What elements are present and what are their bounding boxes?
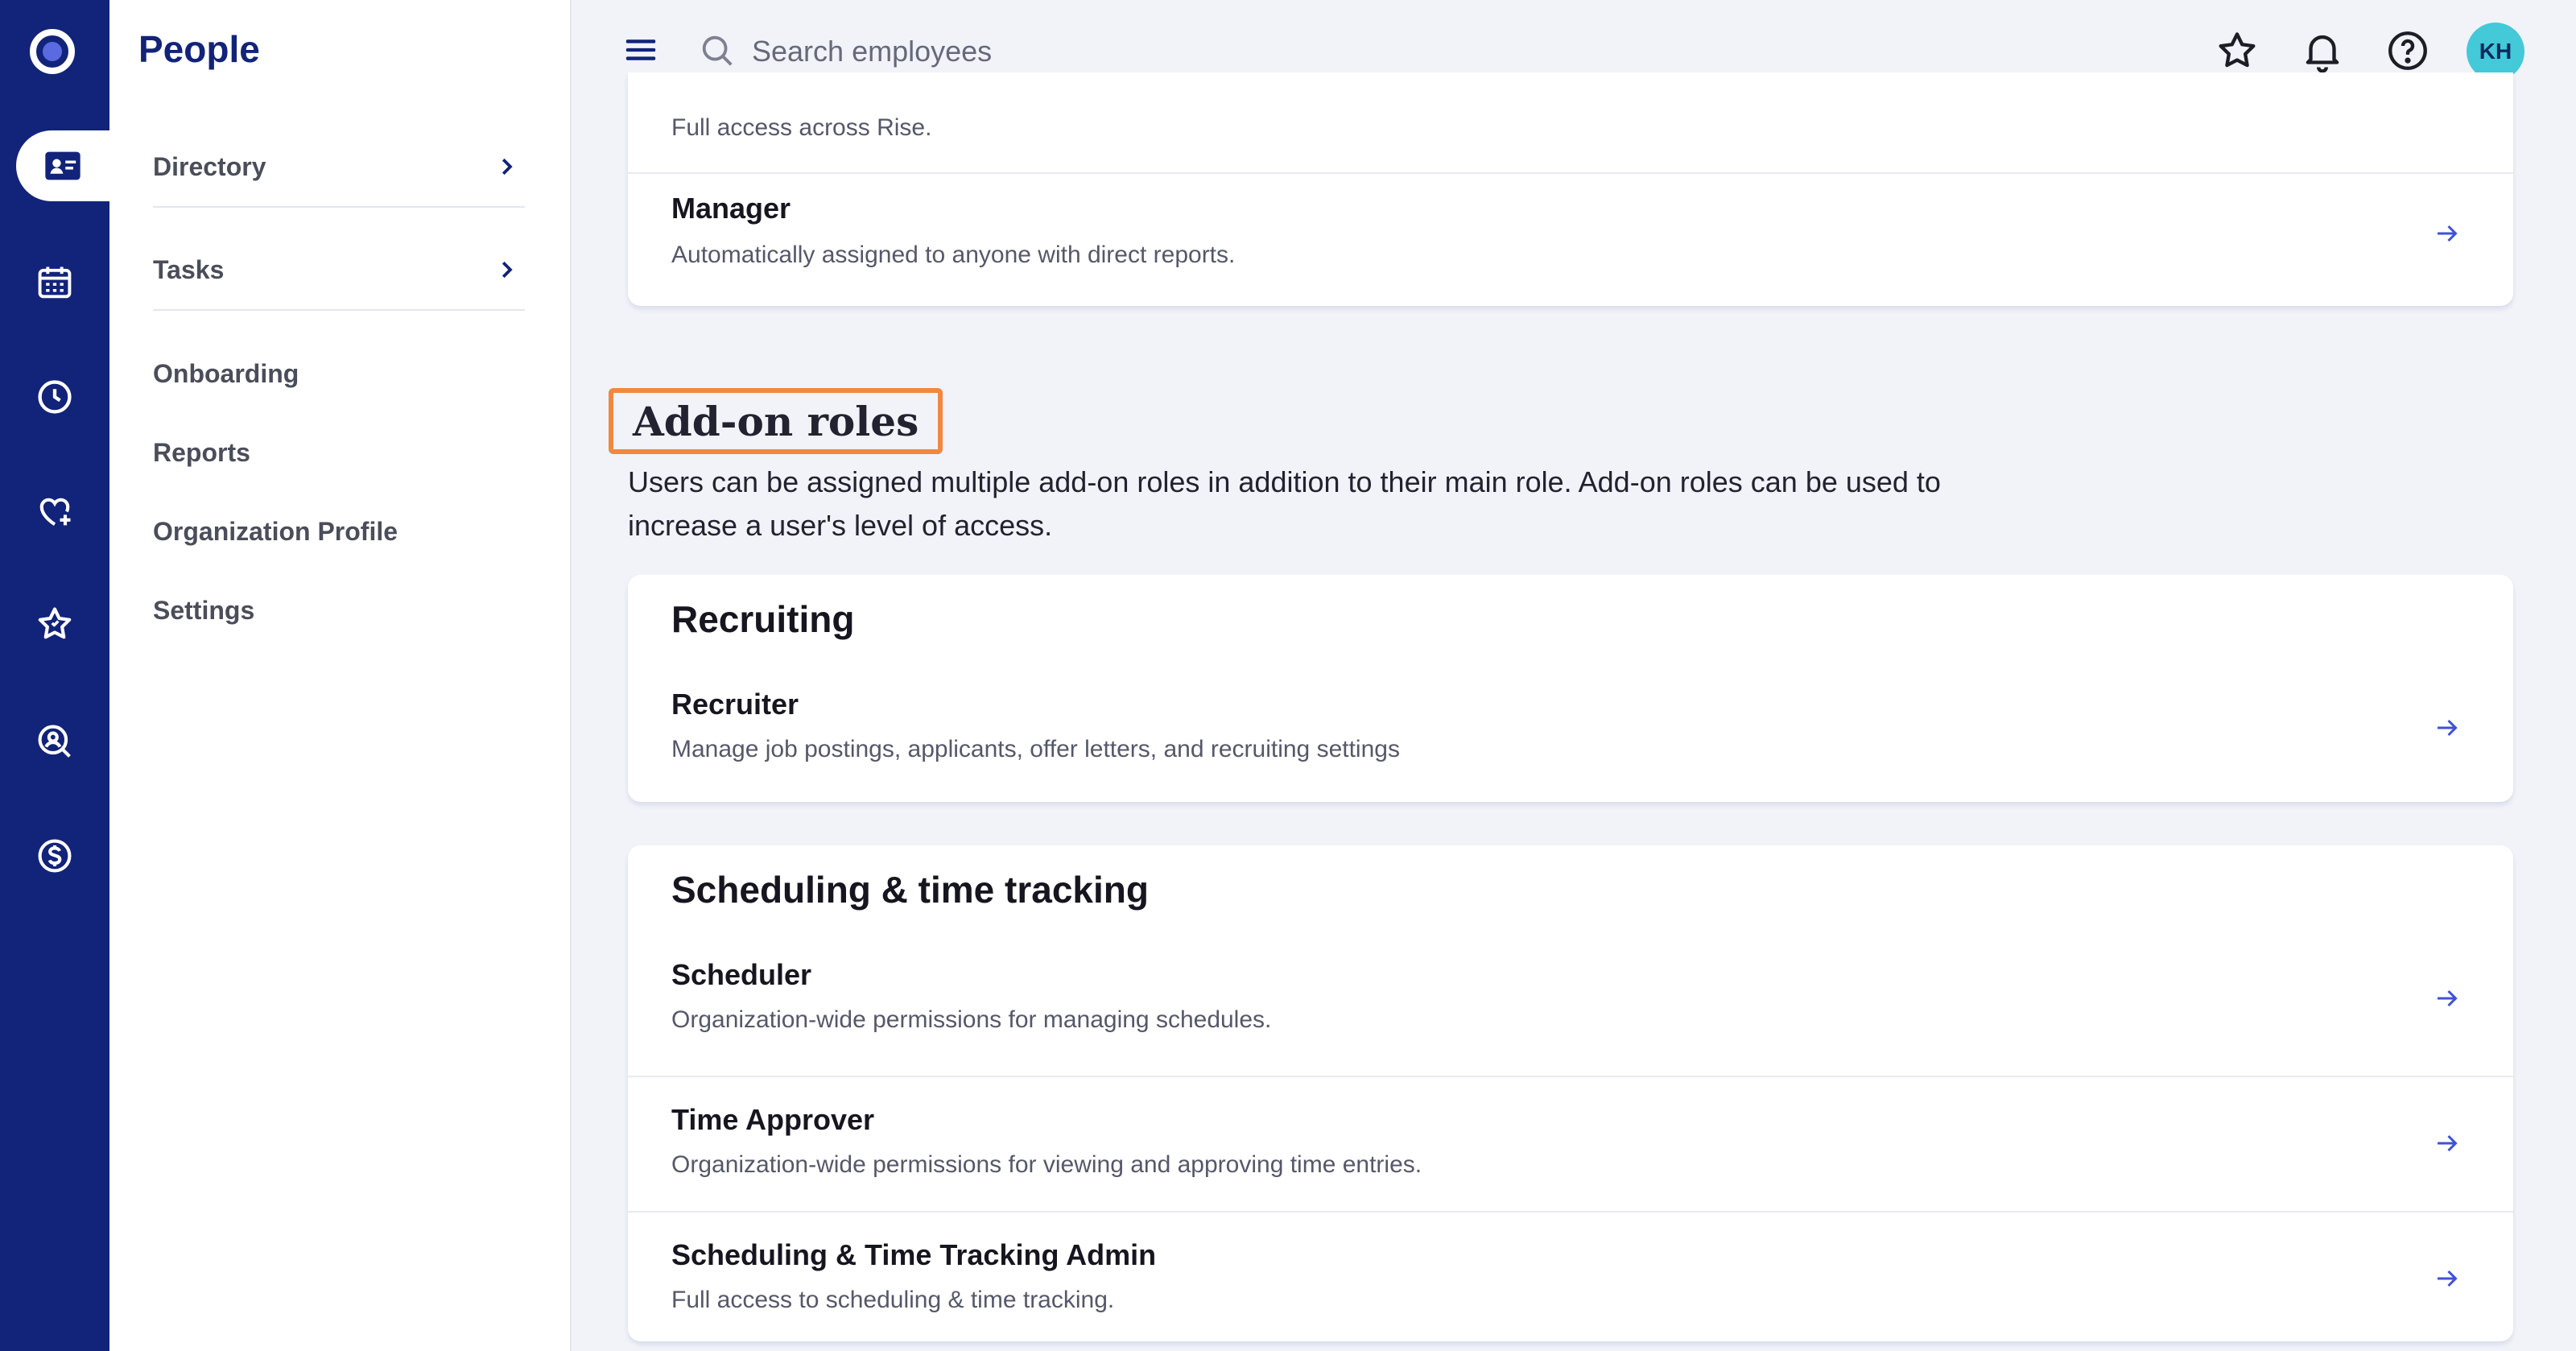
sidebar-item-label: Tasks [153, 254, 225, 284]
arrow-right-icon [2438, 719, 2458, 737]
role-row-recruiter[interactable]: Recruiter Manage job postings, applicant… [628, 671, 2513, 802]
rail-item-time[interactable] [0, 361, 109, 433]
role-name: Recruiter [671, 688, 799, 721]
sidebar-item-reports[interactable]: Reports [153, 412, 525, 493]
dollar-icon [38, 839, 72, 873]
role-desc: Full access across Rise. [671, 114, 932, 141]
sidebar-item-organization-profile[interactable]: Organization Profile [153, 491, 525, 572]
calendar-icon [38, 266, 72, 299]
app-root: People Directory Tasks Onboarding Report… [0, 0, 2576, 1351]
role-name: Scheduler [671, 958, 812, 991]
arrow-right-icon [2438, 989, 2458, 1007]
favorites-star-icon[interactable] [2214, 27, 2260, 74]
group-title: Recruiting [671, 598, 855, 640]
sidebar-item-settings[interactable]: Settings [153, 570, 525, 651]
role-desc: Organization-wide permissions for managi… [671, 1006, 1272, 1033]
help-icon[interactable] [2384, 27, 2431, 74]
arrow-right-icon [2438, 1134, 2458, 1152]
sidebar-title: People [138, 28, 260, 70]
rail-item-people[interactable] [16, 130, 109, 201]
sidebar-item-label: Settings [153, 595, 255, 625]
arrow-right-icon [2438, 225, 2458, 242]
role-row-scheduling-admin[interactable]: Scheduling & Time Tracking Admin Full ac… [628, 1213, 2513, 1341]
user-search-icon [38, 725, 71, 758]
rail-item-calendar[interactable] [0, 246, 109, 319]
scheduling-card: Scheduling & time tracking Scheduler Org… [628, 845, 2513, 1341]
role-desc: Manage job postings, applicants, offer l… [671, 736, 1400, 762]
arrow-right-icon [2438, 1270, 2458, 1287]
addon-roles-heading: Add-on roles [609, 388, 943, 454]
menu-icon[interactable] [623, 34, 658, 66]
role-row-manager[interactable]: Manager Automatically assigned to anyone… [628, 174, 2513, 306]
rail-item-recruiting[interactable] [0, 705, 109, 778]
clock-icon [38, 380, 72, 414]
role-name: Scheduling & Time Tracking Admin [671, 1238, 1157, 1271]
bell-icon[interactable] [2299, 27, 2346, 74]
sidebar-item-label: Onboarding [153, 358, 299, 388]
sidebar-item-label: Organization Profile [153, 516, 398, 546]
main-roles-card: Full access across Rise. Manager Automat… [628, 72, 2513, 306]
rail-item-benefits[interactable] [0, 475, 109, 547]
chevron-right-icon [502, 158, 513, 176]
search-input[interactable] [752, 29, 1396, 74]
sidebar-item-label: Reports [153, 437, 250, 467]
app-logo-icon[interactable] [30, 29, 75, 74]
sidebar-item-directory[interactable]: Directory [153, 127, 525, 208]
rail-item-payroll[interactable] [0, 820, 109, 892]
role-row-time-approver[interactable]: Time Approver Organization-wide permissi… [628, 1077, 2513, 1213]
role-name: Time Approver [671, 1103, 875, 1136]
sidebar-item-tasks[interactable]: Tasks [153, 230, 525, 311]
role-desc: Organization-wide permissions for viewin… [671, 1151, 1422, 1178]
rail-item-performance[interactable] [0, 588, 109, 660]
group-title: Scheduling & time tracking [671, 869, 1149, 911]
icon-rail [0, 0, 109, 1351]
star-icon [38, 607, 72, 639]
recruiting-card: Recruiting Recruiter Manage job postings… [628, 575, 2513, 802]
sidebar-item-label: Directory [153, 151, 266, 181]
people-card-icon [45, 151, 80, 180]
heart-plus-icon [39, 498, 71, 527]
chevron-right-icon [502, 261, 513, 279]
role-name: Manager [671, 192, 791, 225]
role-row-scheduler[interactable]: Scheduler Organization-wide permissions … [628, 942, 2513, 1077]
people-sidebar: People Directory Tasks Onboarding Report… [109, 0, 572, 1351]
role-desc: Automatically assigned to anyone with di… [671, 242, 1236, 268]
addon-roles-description: Users can be assigned multiple add-on ro… [628, 465, 1941, 542]
search-icon [702, 35, 733, 66]
sidebar-item-onboarding[interactable]: Onboarding [153, 333, 525, 414]
role-desc: Full access to scheduling & time trackin… [671, 1287, 1115, 1313]
